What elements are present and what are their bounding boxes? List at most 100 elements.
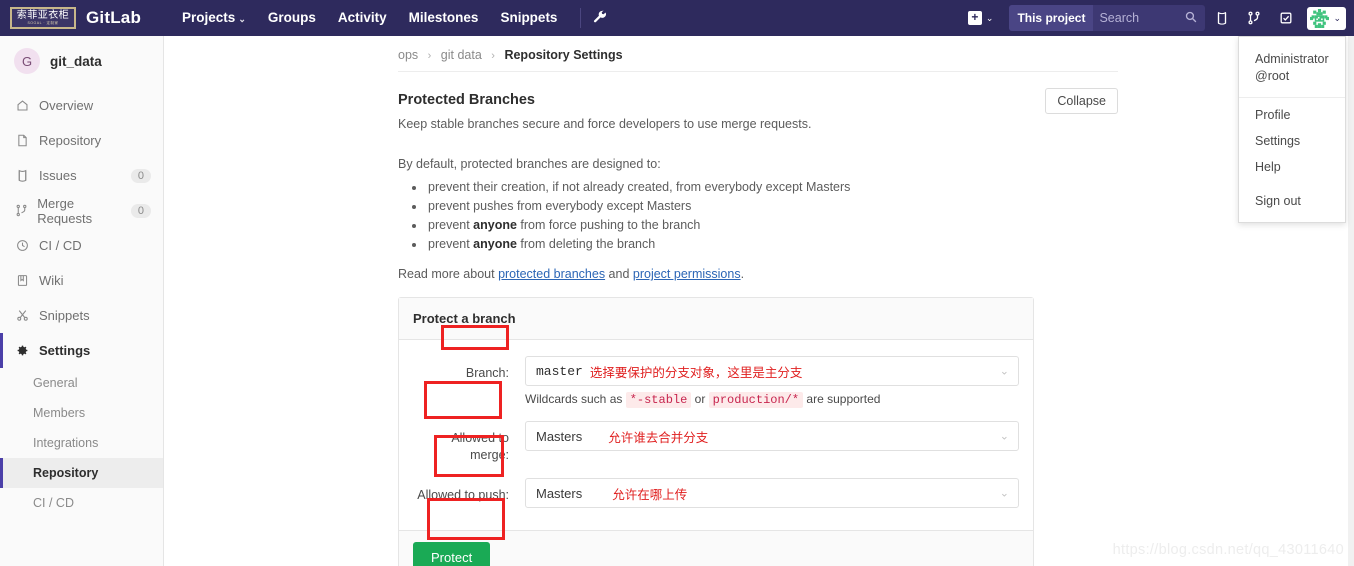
chevron-down-icon: ⌄: [999, 365, 1009, 378]
sidebar-subitem-integrations[interactable]: Integrations: [0, 428, 163, 458]
page-scrollbar[interactable]: [1348, 36, 1354, 566]
breadcrumb-item-ops[interactable]: ops: [398, 48, 418, 62]
search-box: This project: [1009, 5, 1206, 31]
section-subtitle: Keep stable branches secure and force de…: [398, 117, 812, 131]
read-more-mid: and: [605, 267, 633, 281]
sidebar-label-issues: Issues: [39, 168, 77, 183]
issues-icon: [14, 169, 30, 182]
rule-text: prevent: [428, 237, 474, 251]
allowed-to-merge-select[interactable]: Masters 允许谁去合并分支 ⌄: [525, 421, 1019, 451]
rule-emphasis: anyone: [473, 237, 517, 251]
menu-item-settings[interactable]: Settings: [1239, 128, 1345, 154]
nav-projects[interactable]: Projects ⌄: [171, 0, 257, 36]
allowed-to-push-row: Allowed to push: Masters 允许在哪上传 ⌄: [413, 478, 1019, 508]
sidebar-label-merge-requests: Merge Requests: [37, 195, 93, 226]
sidebar-label-snippets: Snippets: [39, 308, 90, 323]
sidebar-item-merge-requests[interactable]: Merge Requests 0: [0, 193, 163, 228]
search-icon[interactable]: [1185, 11, 1205, 26]
rule-text: from deleting the branch: [516, 237, 656, 251]
hint-mid: or: [691, 392, 709, 406]
panel-title: Protect a branch: [399, 298, 1033, 340]
merge-requests-count-badge: 0: [130, 203, 151, 218]
sidebar-label-overview: Overview: [39, 98, 94, 113]
sidebar-label-settings: Settings: [39, 343, 91, 358]
sidebar-subitem-ci-cd[interactable]: CI / CD: [0, 488, 163, 518]
allowed-to-merge-value: Masters: [536, 428, 583, 444]
menu-spacer: [1239, 180, 1345, 188]
sidebar-label-wiki: Wiki: [39, 273, 64, 288]
sidebar-subitem-general[interactable]: General: [0, 368, 163, 398]
search-input[interactable]: [1093, 11, 1186, 25]
sidebar-item-ci-cd[interactable]: CI / CD: [0, 228, 163, 263]
nav-divider: [580, 8, 582, 28]
breadcrumb: ops › git data › Repository Settings: [164, 36, 1354, 62]
rocket-icon: [14, 239, 30, 252]
rule-text: prevent pushes from everybody except Mas…: [428, 199, 692, 213]
issues-count-badge: 0: [130, 168, 151, 183]
wrench-icon[interactable]: [593, 10, 607, 26]
menu-item-help[interactable]: Help: [1239, 154, 1345, 180]
sidebar-item-snippets[interactable]: Snippets: [0, 298, 163, 333]
plus-icon: +: [967, 11, 982, 25]
project-name: git_data: [50, 53, 102, 69]
gitlab-brand[interactable]: GitLab: [86, 8, 141, 28]
nav-milestones[interactable]: Milestones: [398, 0, 490, 36]
read-more-line: Read more about protected branches and p…: [398, 267, 1118, 281]
company-logo[interactable]: 索菲亚衣柜 SOGAL · 定制家: [10, 7, 76, 29]
chevron-down-icon: ⌄: [238, 14, 246, 24]
list-item: prevent their creation, if not already c…: [426, 178, 1118, 197]
hint-code-stable: *-stable: [625, 392, 692, 408]
branch-select[interactable]: master 选择要保护的分支对象，这里是主分支 ⌄: [525, 356, 1019, 386]
file-icon: [14, 134, 30, 147]
allowed-to-merge-label: Allowed to merge:: [451, 431, 509, 462]
breadcrumb-separator: ›: [491, 50, 495, 62]
sidebar-project-header[interactable]: G git_data: [0, 36, 163, 88]
nav-groups[interactable]: Groups: [257, 0, 327, 36]
sidebar-item-settings[interactable]: Settings: [0, 333, 163, 368]
merge-requests-icon[interactable]: [1239, 0, 1269, 36]
menu-divider: [1239, 97, 1345, 98]
link-protected-branches[interactable]: protected branches: [498, 267, 605, 281]
chevron-down-icon: ⌄: [1333, 12, 1341, 23]
panel-body: Branch: master 选择要保护的分支对象，这里是主分支 ⌄ Wildc…: [399, 340, 1033, 530]
sidebar-item-wiki[interactable]: Wiki: [0, 263, 163, 298]
hint-prefix: Wildcards such as: [525, 392, 626, 406]
sidebar-subitem-repository[interactable]: Repository: [0, 458, 163, 488]
breadcrumb-item-project[interactable]: git data: [441, 48, 482, 62]
main-nav: Projects ⌄ Groups Activity Milestones Sni…: [171, 0, 607, 36]
allowed-to-push-control: Masters 允许在哪上传 ⌄: [525, 478, 1019, 508]
sidebar-label-repository: Repository: [39, 133, 102, 148]
sidebar-subitem-members[interactable]: Members: [0, 398, 163, 428]
nav-activity[interactable]: Activity: [327, 0, 398, 36]
wildcard-hint: Wildcards such as *-stable or production…: [525, 392, 1019, 408]
branch-label: Branch:: [465, 366, 509, 380]
menu-item-profile[interactable]: Profile: [1239, 102, 1345, 128]
allowed-to-push-select[interactable]: Masters 允许在哪上传 ⌄: [525, 478, 1019, 508]
new-item-button[interactable]: + ⌄: [960, 11, 1002, 25]
issues-icon[interactable]: [1207, 0, 1237, 36]
protect-button[interactable]: Protect: [413, 542, 491, 566]
user-avatar-button[interactable]: ⌄: [1307, 6, 1346, 30]
link-project-permissions[interactable]: project permissions: [633, 267, 741, 281]
menu-item-sign-out[interactable]: Sign out: [1239, 188, 1345, 214]
search-scope-badge[interactable]: This project: [1009, 5, 1094, 31]
breadcrumb-current: Repository Settings: [504, 48, 623, 62]
merge-annotation-text: 允许谁去合并分支: [608, 430, 709, 445]
todos-icon[interactable]: [1271, 0, 1301, 36]
sidebar-item-overview[interactable]: Overview: [0, 88, 163, 123]
branch-value: master: [536, 363, 583, 379]
sidebar-item-repository[interactable]: Repository: [0, 123, 163, 158]
rule-text: prevent: [428, 218, 474, 232]
branch-control: master 选择要保护的分支对象，这里是主分支 ⌄ Wildcards suc…: [525, 356, 1019, 408]
book-icon: [14, 274, 30, 287]
company-logo-text: 索菲亚衣柜: [16, 9, 70, 21]
allowed-to-merge-row: Allowed to merge: Masters 允许谁去合并分支 ⌄: [413, 421, 1019, 464]
nav-snippets[interactable]: Snippets: [489, 0, 568, 36]
collapse-button[interactable]: Collapse: [1045, 88, 1118, 114]
rules-lead-text: By default, protected branches are desig…: [398, 157, 661, 171]
sidebar-item-issues[interactable]: Issues 0: [0, 158, 163, 193]
project-avatar: G: [14, 48, 40, 74]
user-handle: @root: [1255, 69, 1290, 83]
push-annotation-text: 允许在哪上传: [612, 487, 688, 502]
main-content: ops › git data › Repository Settings Col…: [164, 36, 1354, 566]
